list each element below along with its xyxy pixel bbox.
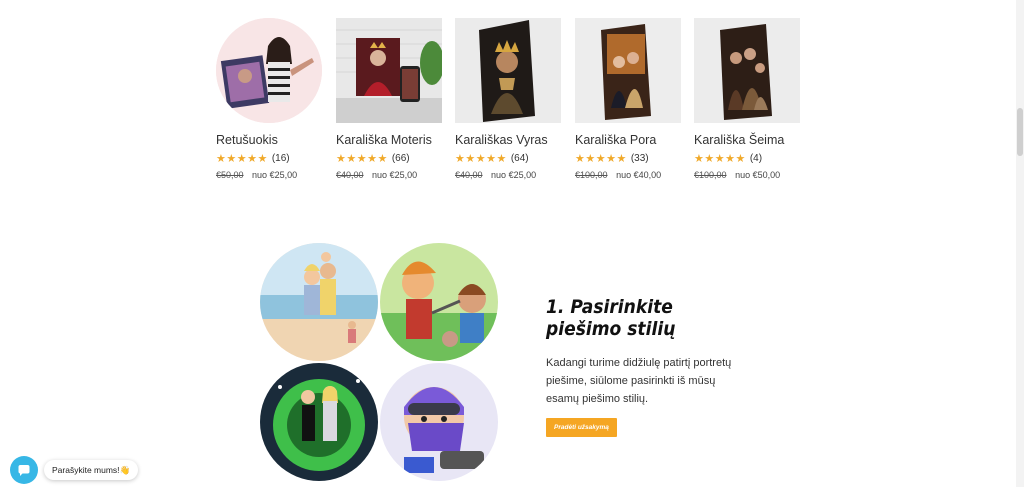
- product-name[interactable]: Retušuokis: [216, 133, 322, 147]
- product-rating: ★★★★★ (33): [575, 152, 681, 165]
- chat-button[interactable]: [10, 456, 38, 484]
- style-sample-image: [380, 363, 498, 481]
- review-count: (66): [391, 153, 410, 164]
- product-name[interactable]: Karališka Moteris: [336, 133, 442, 147]
- star-rating-icon: ★★★★★: [455, 153, 507, 165]
- product-price: €100,00 nuo €40,00: [575, 170, 681, 180]
- start-order-button[interactable]: Pradėti užsakymą: [546, 418, 617, 437]
- product-name[interactable]: Karališka Šeima: [694, 133, 800, 147]
- product-name[interactable]: Karališka Pora: [575, 133, 681, 147]
- step-description: Kadangi turime didžiulę patirtį portretų…: [546, 357, 732, 405]
- product-price: €50,00 nuo €25,00: [216, 170, 322, 180]
- product-card[interactable]: Karališka Šeima ★★★★★ (4) €100,00 nuo €5…: [694, 18, 800, 180]
- old-price: €40,00: [455, 170, 483, 180]
- step-section: 1. Pasirinkite piešimo stilių Kadangi tu…: [546, 296, 776, 437]
- product-rating: ★★★★★ (16): [216, 152, 322, 165]
- current-price: nuo €40,00: [616, 170, 662, 180]
- product-price: €40,00 nuo €25,00: [336, 170, 442, 180]
- scrollbar-track[interactable]: [1016, 0, 1024, 487]
- scrollbar-thumb[interactable]: [1017, 108, 1023, 156]
- star-rating-icon: ★★★★★: [216, 153, 268, 165]
- product-rating: ★★★★★ (66): [336, 152, 442, 165]
- product-card[interactable]: Karališka Pora ★★★★★ (33) €100,00 nuo €4…: [575, 18, 681, 180]
- review-count: (64): [510, 153, 529, 164]
- style-sample-image: [380, 243, 498, 361]
- current-price: nuo €25,00: [491, 170, 537, 180]
- product-image[interactable]: [216, 18, 322, 123]
- old-price: €100,00: [694, 170, 727, 180]
- product-image[interactable]: [336, 18, 442, 123]
- product-name[interactable]: Karališkas Vyras: [455, 133, 561, 147]
- style-sample-image: [260, 363, 378, 481]
- star-rating-icon: ★★★★★: [336, 153, 388, 165]
- old-price: €100,00: [575, 170, 608, 180]
- review-count: (16): [271, 153, 290, 164]
- product-price: €100,00 nuo €50,00: [694, 170, 800, 180]
- product-rating: ★★★★★ (64): [455, 152, 561, 165]
- style-sample-image: [260, 243, 378, 361]
- star-rating-icon: ★★★★★: [575, 153, 627, 165]
- drawing-styles-gallery: [260, 243, 500, 483]
- current-price: nuo €25,00: [372, 170, 418, 180]
- current-price: nuo €50,00: [735, 170, 781, 180]
- product-rating: ★★★★★ (4): [694, 152, 800, 165]
- old-price: €40,00: [336, 170, 364, 180]
- old-price: €50,00: [216, 170, 244, 180]
- star-rating-icon: ★★★★★: [694, 153, 746, 165]
- step-title: 1. Pasirinkite piešimo stilių: [546, 296, 676, 340]
- product-card[interactable]: Karališkas Vyras ★★★★★ (64) €40,00 nuo €…: [455, 18, 561, 180]
- review-count: (33): [630, 153, 649, 164]
- product-image[interactable]: [455, 18, 561, 123]
- product-card[interactable]: Karališka Moteris ★★★★★ (66) €40,00 nuo …: [336, 18, 442, 180]
- product-image[interactable]: [575, 18, 681, 123]
- product-card[interactable]: Retušuokis ★★★★★ (16) €50,00 nuo €25,00: [216, 18, 322, 180]
- product-image[interactable]: [694, 18, 800, 123]
- chat-icon: [18, 465, 30, 476]
- current-price: nuo €25,00: [252, 170, 298, 180]
- product-list: Retušuokis ★★★★★ (16) €50,00 nuo €25,00: [216, 18, 816, 180]
- product-price: €40,00 nuo €25,00: [455, 170, 561, 180]
- chat-prompt-bubble[interactable]: Parašykite mums!👋: [44, 460, 139, 480]
- review-count: (4): [749, 153, 763, 164]
